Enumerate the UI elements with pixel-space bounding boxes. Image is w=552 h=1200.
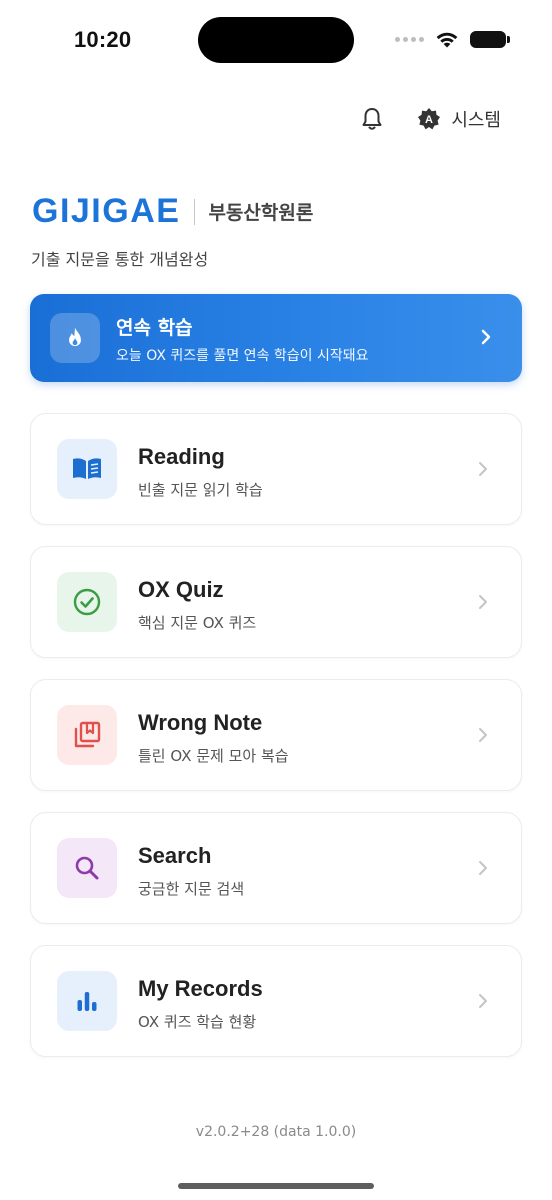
menu-title-wrong-note: Wrong Note xyxy=(138,710,263,735)
tagline: 기출 지문을 통한 개념완성 xyxy=(31,250,209,269)
home-indicator[interactable] xyxy=(178,1183,374,1189)
bookmark-stack-icon xyxy=(57,705,117,765)
cellular-dots-icon xyxy=(395,37,424,42)
chevron-right-icon xyxy=(479,994,487,1008)
chevron-right-icon xyxy=(479,728,487,742)
streak-description: 오늘 OX 퀴즈를 풀면 연속 학습이 시작돼요 xyxy=(116,348,369,364)
notification-button[interactable] xyxy=(357,104,387,134)
app-screen: 10:20 A 시스템 GIJIGAE 부동산학원론 기출 지문을 통한 개념완… xyxy=(0,0,552,1200)
theme-mode-label: 시스템 xyxy=(451,110,501,131)
menu-subtitle-ox-quiz: 핵심 지문 OX 퀴즈 xyxy=(138,614,257,632)
app-version: v2.0.2+28 (data 1.0.0) xyxy=(195,1124,357,1140)
menu-card-search[interactable]: Search 궁금한 지문 검색 xyxy=(30,812,522,924)
brand-header: GIJIGAE 부동산학원론 xyxy=(32,192,313,231)
check-circle-icon xyxy=(57,572,117,632)
flame-icon xyxy=(50,313,100,363)
chevron-right-icon xyxy=(481,329,491,345)
menu-subtitle-wrong-note: 틀린 OX 문제 모아 복습 xyxy=(138,747,289,765)
wifi-icon xyxy=(436,32,458,48)
streak-banner[interactable]: 연속 학습 오늘 OX 퀴즈를 풀면 연속 학습이 시작돼요 xyxy=(30,294,522,382)
menu-card-wrong-note[interactable]: Wrong Note 틀린 OX 문제 모아 복습 xyxy=(30,679,522,791)
bell-icon xyxy=(362,108,382,130)
app-logo: GIJIGAE xyxy=(32,192,181,230)
top-actions: A 시스템 xyxy=(357,104,501,134)
streak-title: 연속 학습 xyxy=(116,317,193,339)
battery-icon xyxy=(470,31,510,48)
theme-mode-button[interactable]: A 시스템 xyxy=(417,106,501,132)
subject-title: 부동산학원론 xyxy=(208,202,314,224)
status-bar: 10:20 xyxy=(0,0,552,84)
chevron-right-icon xyxy=(479,462,487,476)
svg-text:A: A xyxy=(425,114,433,126)
brand-divider xyxy=(194,198,196,225)
chevron-right-icon xyxy=(479,595,487,609)
status-time: 10:20 xyxy=(74,27,132,52)
menu-title-search: Search xyxy=(138,843,212,868)
menu-subtitle-search: 궁금한 지문 검색 xyxy=(138,880,245,898)
menu-title-reading: Reading xyxy=(138,444,225,469)
menu-title-my-records: My Records xyxy=(138,976,263,1001)
dynamic-island xyxy=(198,17,354,63)
menu-subtitle-reading: 빈출 지문 읽기 학습 xyxy=(138,481,263,499)
search-icon xyxy=(57,838,117,898)
auto-theme-icon: A xyxy=(418,108,441,130)
menu-card-ox-quiz[interactable]: OX Quiz 핵심 지문 OX 퀴즈 xyxy=(30,546,522,658)
status-icons xyxy=(395,30,510,49)
menu-title-ox-quiz: OX Quiz xyxy=(138,577,224,602)
book-icon xyxy=(57,439,117,499)
menu-card-my-records[interactable]: My Records OX 퀴즈 학습 현황 xyxy=(30,945,522,1057)
bar-chart-icon xyxy=(57,971,117,1031)
menu-subtitle-my-records: OX 퀴즈 학습 현황 xyxy=(138,1013,257,1031)
chevron-right-icon xyxy=(479,861,487,875)
menu-card-reading[interactable]: Reading 빈출 지문 읽기 학습 xyxy=(30,413,522,525)
